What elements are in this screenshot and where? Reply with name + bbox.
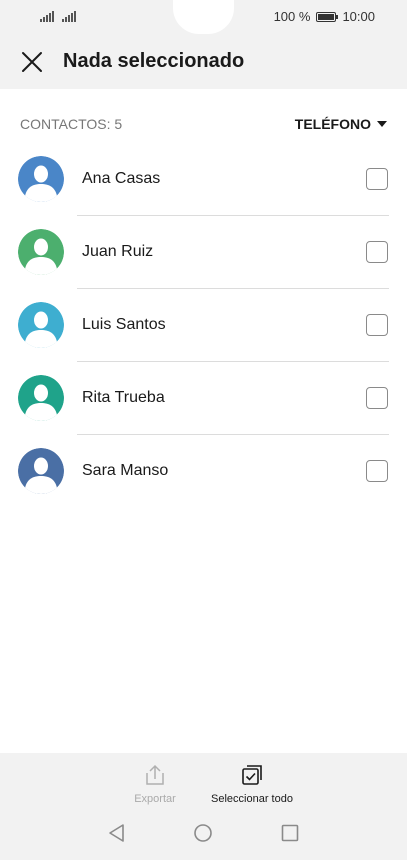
bottom-action-bar: Exportar Seleccionar todo [0, 753, 407, 860]
person-icon [18, 156, 64, 202]
back-icon[interactable] [107, 823, 127, 843]
avatar [18, 156, 64, 202]
status-right: 100 % 10:00 [274, 9, 375, 24]
page-title: Nada seleccionado [63, 50, 245, 72]
close-icon [22, 52, 42, 72]
contact-name: Luis Santos [82, 316, 166, 333]
signal-icon [40, 10, 54, 22]
list-item[interactable]: Luis Santos [0, 289, 407, 362]
list-item[interactable]: Rita Trueba [0, 362, 407, 435]
person-icon [18, 375, 64, 421]
avatar [18, 229, 64, 275]
list-item[interactable]: Sara Manso [0, 435, 407, 508]
battery-icon [316, 11, 339, 22]
export-icon [146, 764, 164, 785]
avatar [18, 302, 64, 348]
person-icon [18, 302, 64, 348]
select-all-button[interactable]: Seleccionar todo [202, 763, 302, 805]
status-bar: 100 % 10:00 [0, 0, 407, 34]
select-all-label: Seleccionar todo [211, 793, 293, 805]
list-item[interactable]: Juan Ruiz [0, 216, 407, 289]
select-all-icon [242, 765, 262, 785]
export-button[interactable]: Exportar [128, 763, 182, 805]
close-button[interactable] [20, 50, 44, 74]
contact-name: Sara Manso [82, 462, 169, 479]
contacts-count: CONTACTOS: 5 [20, 116, 123, 132]
contact-name: Juan Ruiz [82, 243, 154, 260]
select-checkbox[interactable] [366, 460, 388, 482]
clock: 10:00 [342, 9, 375, 24]
list-item[interactable]: Ana Casas [0, 143, 407, 216]
select-checkbox[interactable] [366, 168, 388, 190]
app-header: Nada seleccionado [0, 34, 407, 89]
avatar [18, 448, 64, 494]
select-checkbox[interactable] [366, 241, 388, 263]
list-header: CONTACTOS: 5 TELÉFONO [20, 116, 387, 134]
contact-name: Rita Trueba [82, 389, 165, 406]
home-icon[interactable] [193, 823, 213, 843]
sort-label: TELÉFONO [294, 116, 371, 132]
contact-list: Ana Casas Juan Ruiz Luis Santos Rita Tru… [0, 143, 407, 508]
caret-down-icon [377, 121, 387, 127]
person-icon [18, 448, 64, 494]
avatar [18, 375, 64, 421]
person-icon [18, 229, 64, 275]
export-label: Exportar [134, 793, 176, 805]
recents-icon[interactable] [280, 823, 300, 843]
select-checkbox[interactable] [366, 314, 388, 336]
battery-percentage: 100 % [273, 9, 311, 24]
contact-name: Ana Casas [82, 170, 161, 187]
select-checkbox[interactable] [366, 387, 388, 409]
signal-indicators [40, 10, 76, 22]
camera-notch [173, 0, 234, 34]
sort-dropdown[interactable]: TELÉFONO [295, 116, 387, 132]
signal-icon [62, 10, 76, 22]
